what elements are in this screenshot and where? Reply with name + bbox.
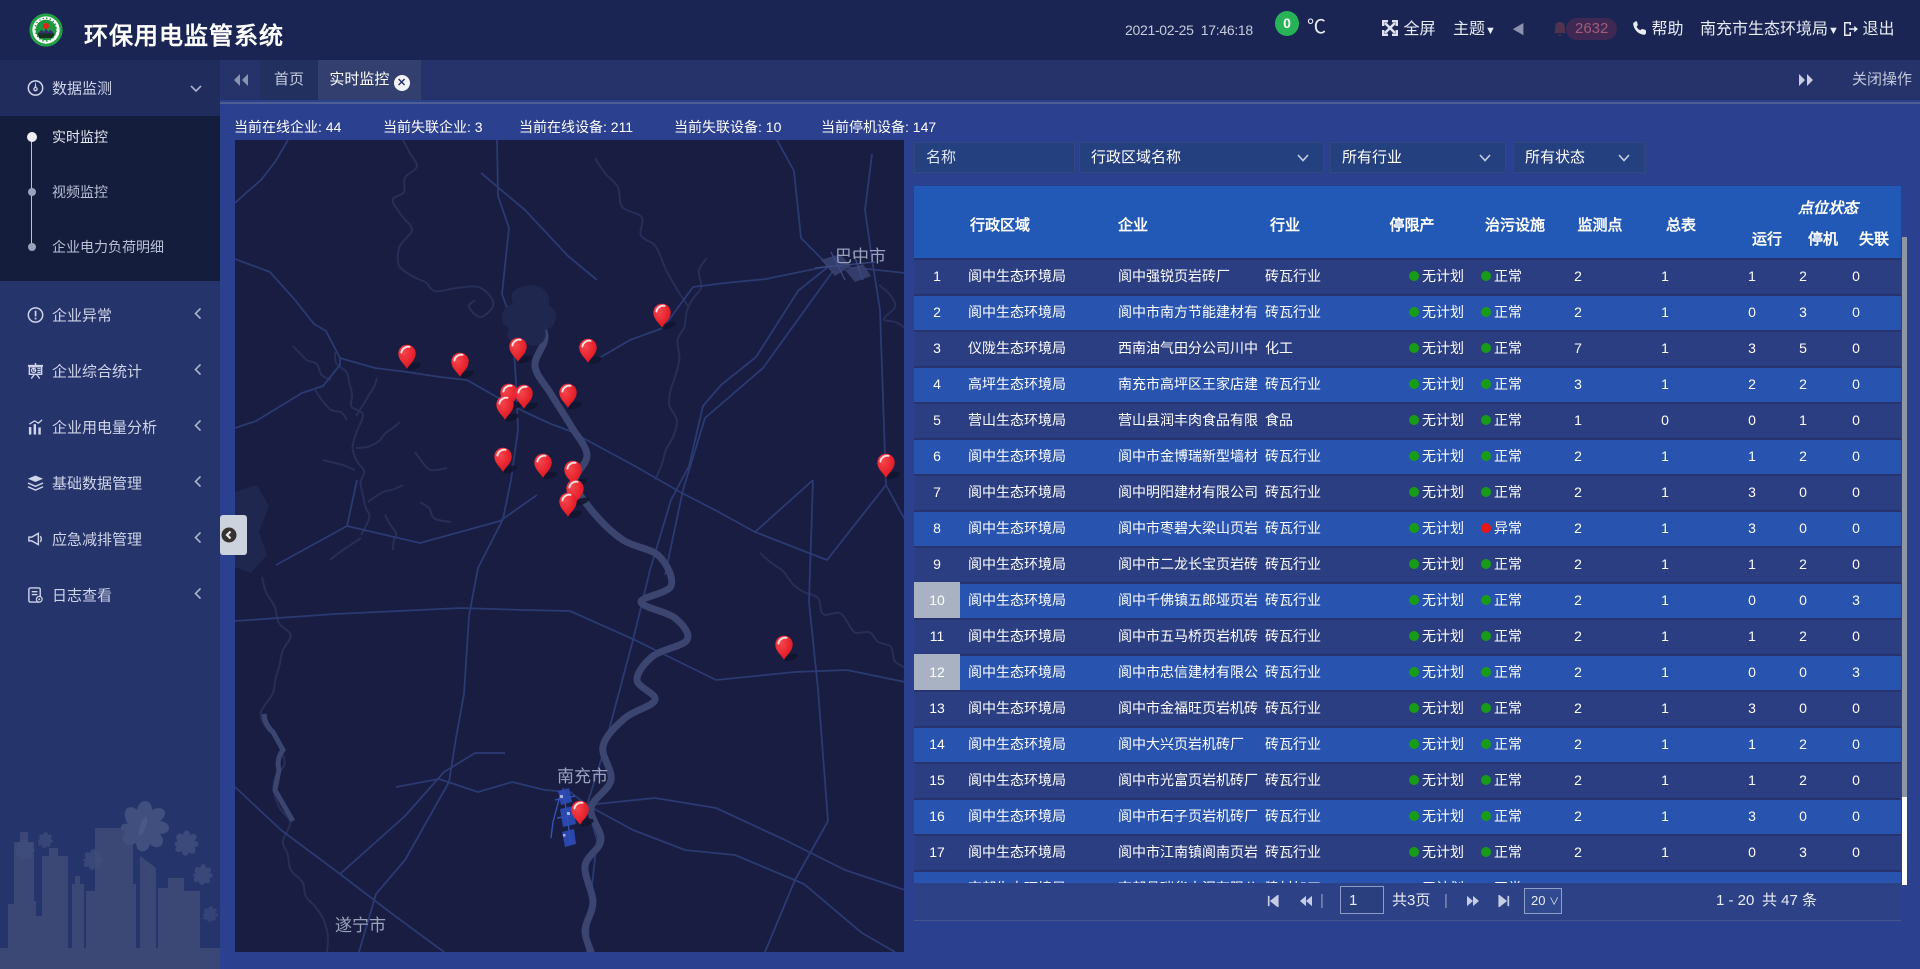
svg-text:巴中市: 巴中市 xyxy=(835,247,886,266)
svg-text:遂宁市: 遂宁市 xyxy=(335,916,386,935)
svg-text:南充市: 南充市 xyxy=(557,767,608,786)
